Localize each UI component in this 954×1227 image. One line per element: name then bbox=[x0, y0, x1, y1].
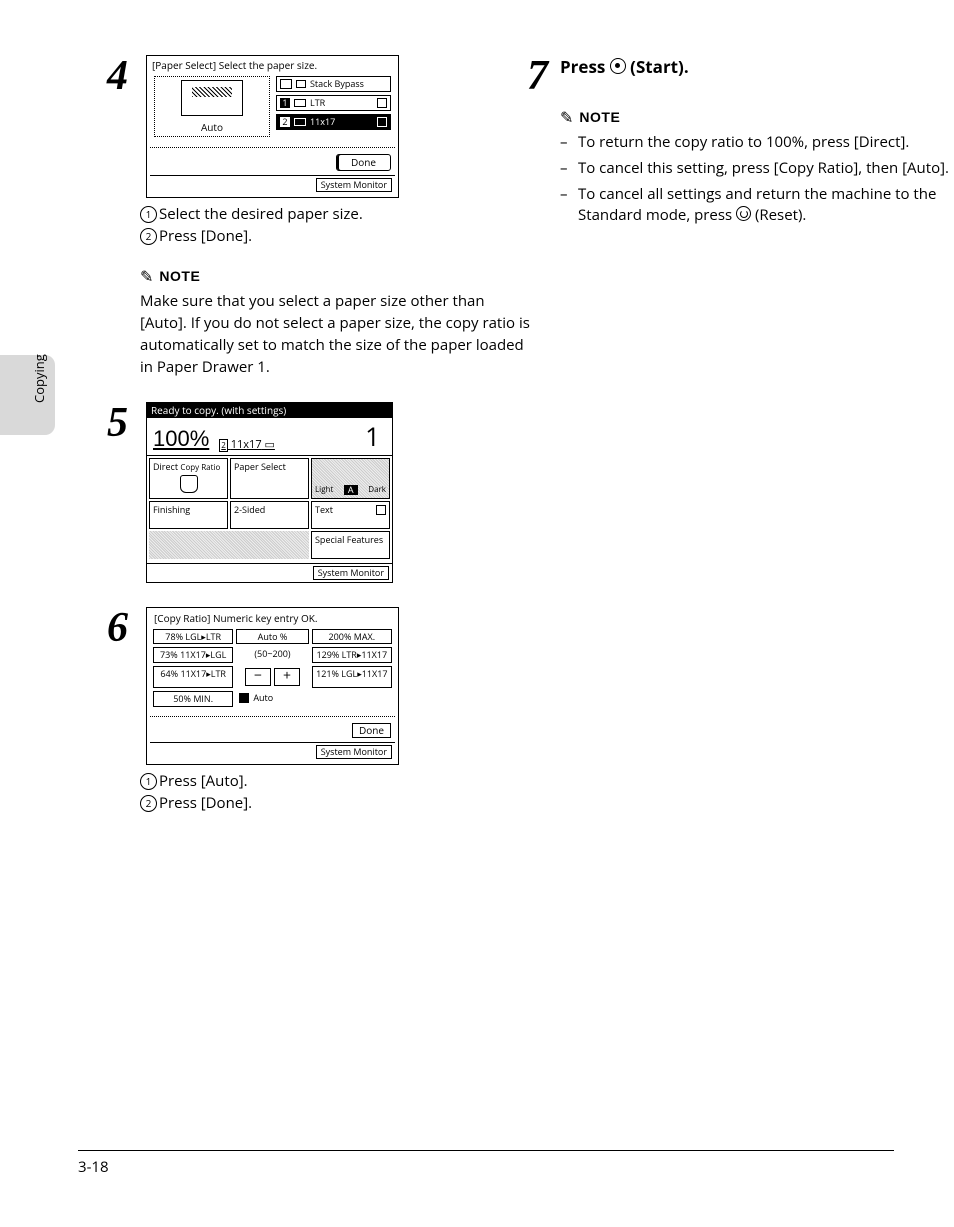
panel5-title: Ready to copy. (with settings) bbox=[147, 403, 392, 418]
step-6-number: 6 bbox=[68, 607, 128, 649]
side-tab: Copying bbox=[0, 355, 55, 435]
panel5-direct[interactable]: Direct Copy Ratio bbox=[149, 458, 228, 499]
step-4-panel: [Paper Select] Select the paper size. Au… bbox=[146, 55, 399, 198]
panel4-stack-bypass[interactable]: Stack Bypass bbox=[276, 76, 391, 92]
panel6-73[interactable]: 73% 11X17▸LGL bbox=[153, 647, 233, 663]
panel5-paper-select[interactable]: Paper Select bbox=[230, 458, 309, 499]
step6-instructions: 1Press [Auto]. 2Press [Done]. bbox=[140, 771, 530, 815]
note-label: NOTE bbox=[579, 109, 620, 125]
panel4-done-button[interactable]: Done bbox=[336, 154, 391, 171]
checkbox-filled-icon bbox=[239, 693, 249, 703]
panel6-78[interactable]: 78% LGL▸LTR bbox=[153, 629, 233, 645]
panel6-system-monitor[interactable]: System Monitor bbox=[316, 745, 392, 759]
panel6-title: [Copy Ratio] Numeric key entry OK. bbox=[150, 611, 395, 626]
step-5-number: 5 bbox=[68, 402, 128, 444]
minus-button[interactable]: − bbox=[245, 668, 271, 686]
left-column: 4 [Paper Select] Select the paper size. … bbox=[140, 55, 530, 839]
circled-2: 2 bbox=[140, 228, 157, 245]
panel4-size-11x17[interactable]: 2 11x17 bbox=[276, 114, 391, 130]
panel6-129[interactable]: 129% LTR▸11X17 bbox=[312, 647, 392, 663]
page-number: 3-18 bbox=[78, 1157, 109, 1177]
panel6-64[interactable]: 64% 11X17▸LTR bbox=[153, 666, 233, 688]
pencil-icon: ✎ bbox=[560, 106, 573, 128]
panel6-done-button[interactable]: Done bbox=[352, 723, 391, 738]
panel5-size: 2 11x17 ▭ bbox=[219, 439, 275, 451]
step-7-number: 7 bbox=[488, 55, 548, 97]
panel6-plus-minus[interactable]: −+ bbox=[236, 666, 308, 688]
footer: 3-18 bbox=[78, 1150, 894, 1177]
step-6: 6 [Copy Ratio] Numeric key entry OK. 78%… bbox=[140, 607, 530, 815]
panel4-system-monitor[interactable]: System Monitor bbox=[316, 178, 392, 192]
reset-icon bbox=[736, 206, 751, 221]
panel4-auto-label: Auto bbox=[201, 120, 223, 134]
printer-icon bbox=[181, 80, 243, 116]
right-column: 7 Press (Start). ✎ NOTE –To return the c… bbox=[560, 55, 950, 251]
panel5-pct: 100% bbox=[153, 427, 209, 451]
step4-note-body: Make sure that you select a paper size o… bbox=[140, 291, 530, 378]
note-label: NOTE bbox=[159, 268, 200, 284]
panel5-finishing[interactable]: Finishing bbox=[149, 501, 228, 529]
step-7: 7 Press (Start). ✎ NOTE –To return the c… bbox=[560, 55, 950, 227]
step7-note-list: –To return the copy ratio to 100%, press… bbox=[560, 132, 950, 227]
panel5-special[interactable]: Special Features bbox=[311, 531, 390, 559]
panel6-200[interactable]: 200% MAX. bbox=[312, 629, 392, 645]
note-item-2: To cancel this setting, press [Copy Rati… bbox=[578, 158, 949, 180]
panel4-title: [Paper Select] Select the paper size. bbox=[150, 59, 395, 72]
step-6-panel: [Copy Ratio] Numeric key entry OK. 78% L… bbox=[146, 607, 399, 766]
panel6-50[interactable]: 50% MIN. bbox=[153, 691, 233, 707]
panel5-2sided[interactable]: 2-Sided bbox=[230, 501, 309, 529]
panel6-auto-pct[interactable]: Auto % bbox=[236, 629, 308, 645]
step4-note-heading: ✎ NOTE bbox=[140, 265, 530, 287]
circled-1: 1 bbox=[140, 206, 157, 223]
circled-1: 1 bbox=[140, 773, 157, 790]
panel6-121[interactable]: 121% LGL▸11X17 bbox=[312, 666, 392, 688]
step-5-panel: Ready to copy. (with settings) 100% 2 11… bbox=[146, 402, 393, 582]
step7-note-heading: ✎ NOTE bbox=[560, 106, 950, 128]
panel4-auto-area[interactable]: Auto bbox=[154, 76, 270, 137]
panel4-size-ltr[interactable]: 1 LTR bbox=[276, 95, 391, 111]
hand-icon bbox=[180, 475, 198, 493]
step-4-number: 4 bbox=[68, 55, 128, 97]
step-4: 4 [Paper Select] Select the paper size. … bbox=[140, 55, 530, 378]
panel5-system-monitor[interactable]: System Monitor bbox=[313, 566, 389, 580]
step-5: 5 Ready to copy. (with settings) 100% 2 … bbox=[140, 402, 530, 582]
pencil-icon: ✎ bbox=[140, 265, 153, 287]
panel5-qty: 1 bbox=[365, 422, 380, 451]
note-item-3: To cancel all settings and return the ma… bbox=[578, 184, 950, 228]
panel5-density[interactable]: Light A Dark bbox=[311, 458, 390, 499]
note-item-1: To return the copy ratio to 100%, press … bbox=[578, 132, 909, 154]
panel6-range: (50~200) bbox=[236, 647, 308, 663]
side-tab-label: Copying bbox=[30, 354, 48, 403]
step4-instructions: 1Select the desired paper size. 2Press [… bbox=[140, 204, 530, 248]
panel6-auto[interactable]: Auto bbox=[236, 691, 308, 707]
step7-heading: Press (Start). bbox=[560, 55, 950, 78]
panel5-text[interactable]: Text bbox=[311, 501, 390, 529]
plus-button[interactable]: + bbox=[274, 668, 300, 686]
start-icon bbox=[610, 58, 626, 74]
circled-2: 2 bbox=[140, 795, 157, 812]
